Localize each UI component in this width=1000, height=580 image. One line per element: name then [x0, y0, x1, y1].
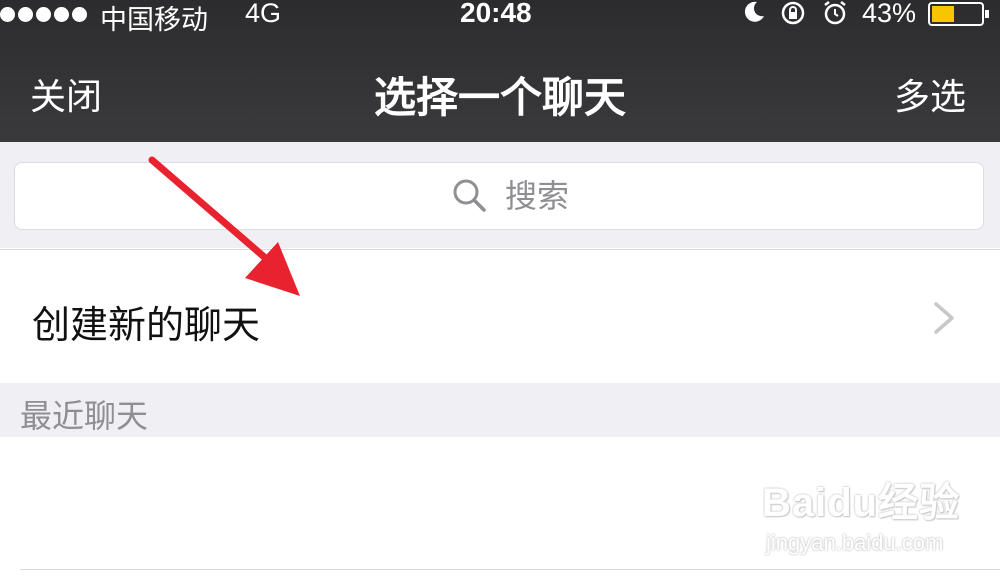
chevron-right-icon — [934, 302, 954, 334]
watermark-logo-text: Baidu经验 — [762, 481, 961, 525]
recent-chats-label: 最近聊天 — [20, 397, 149, 435]
search-icon — [453, 179, 486, 212]
list-divider — [20, 569, 1000, 570]
search-input[interactable] — [503, 175, 707, 217]
recent-chats-header: 最近聊天 — [0, 383, 1000, 437]
rotation-lock-icon — [781, 1, 805, 25]
baidu-watermark: Baidu经验 jingyan.baidu.com — [762, 470, 992, 560]
page-title: 选择一个聊天 — [373, 73, 626, 122]
red-arrow-annotation — [148, 156, 300, 296]
alarm-icon — [824, 1, 846, 25]
battery-icon — [928, 2, 989, 26]
carrier-name: 中国移动 — [100, 5, 208, 35]
battery-percentage: 43% — [862, 0, 917, 28]
top-header: 中国移动 4G 20:48 43% 关闭 选择一个聊天 多选 — [0, 0, 1000, 142]
multi-select-button[interactable]: 多选 — [894, 68, 966, 120]
signal-strength-icon — [0, 2, 87, 22]
moon-icon — [744, 1, 764, 22]
network-type: 4G — [245, 0, 282, 28]
watermark-url: jingyan.baidu.com — [766, 530, 944, 555]
status-bar: 中国移动 4G 20:48 43% — [0, 0, 1000, 35]
status-time: 20:48 — [460, 0, 532, 28]
